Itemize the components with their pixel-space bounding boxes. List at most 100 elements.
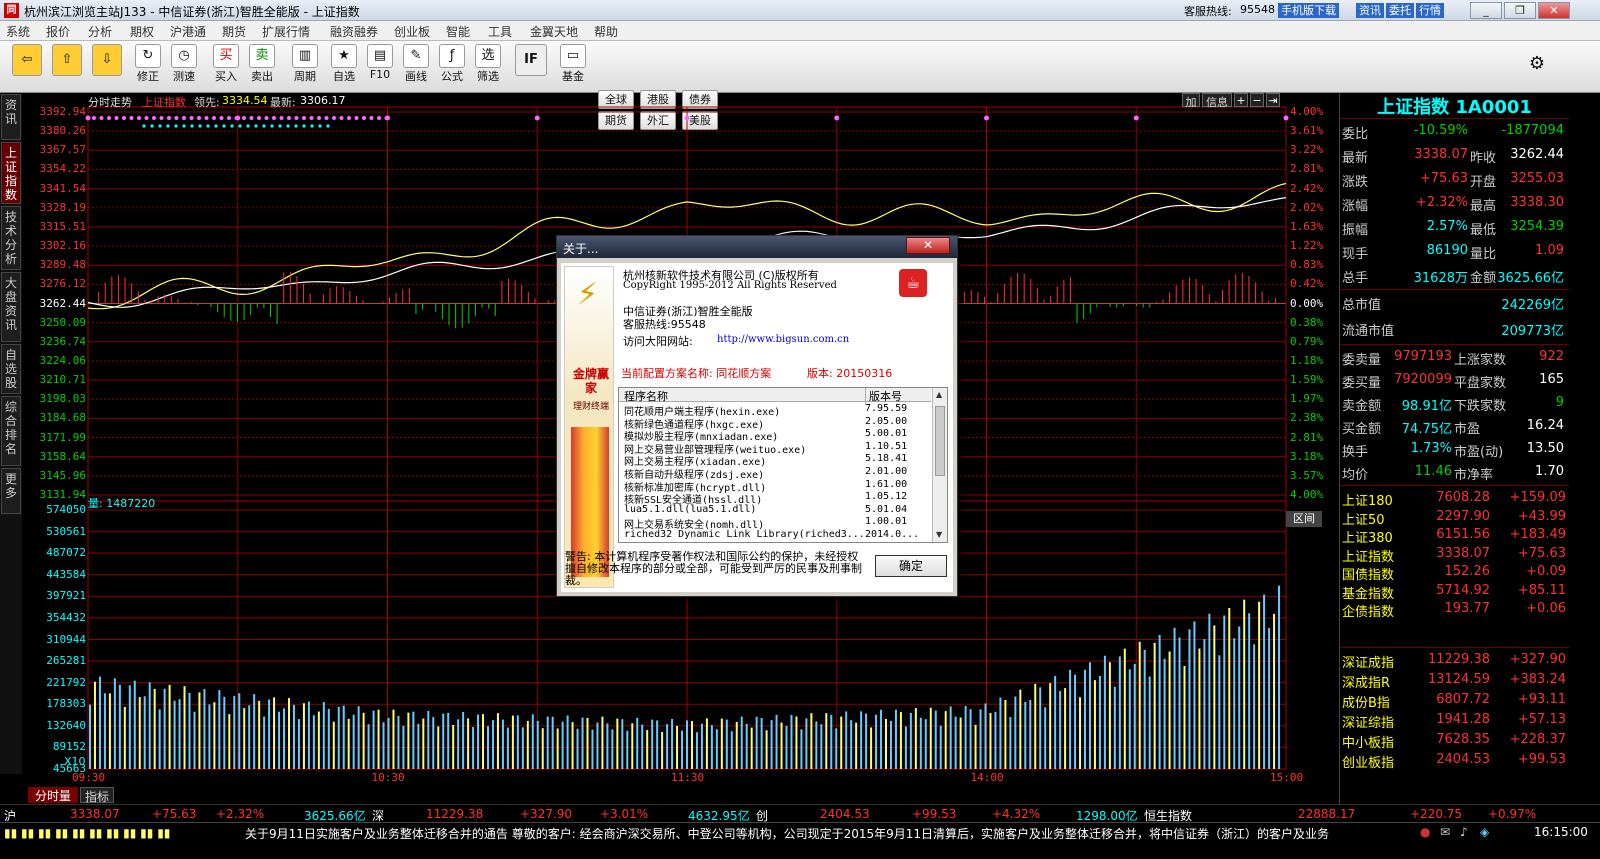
menu-help[interactable]: 帮助 bbox=[594, 23, 618, 40]
program-row[interactable]: 网上交易营业部管理程序(weituo.exe) 1.10.51 bbox=[619, 440, 931, 456]
program-row[interactable]: lua5.1.dll(lua5.1.dll) 5.01.04 bbox=[619, 504, 931, 517]
draw-line-button[interactable]: ✎ 画线 bbox=[402, 44, 430, 84]
filter-button[interactable]: 选筛选 bbox=[474, 44, 502, 84]
latest-label: 最新: bbox=[270, 96, 296, 109]
info-button[interactable]: 信息 bbox=[1202, 93, 1232, 109]
if-button[interactable]: IF bbox=[514, 44, 548, 76]
correct-button[interactable]: ↻ 修正 bbox=[134, 44, 162, 84]
quote-row: 上证50 2297.90 +43.99 bbox=[1340, 506, 1569, 528]
program-row[interactable]: 核新标准加密库(hcrypt.dll) 1.61.00 bbox=[619, 479, 931, 494]
menu-futures[interactable]: 期货 bbox=[222, 23, 246, 40]
quote-value2: 165 bbox=[1539, 372, 1564, 387]
quote-title: 上证指数 1A0001 bbox=[1377, 97, 1532, 118]
index-change: +57.13 bbox=[1517, 712, 1566, 727]
side-tab-sh-index[interactable]: 上证指数 bbox=[1, 142, 21, 204]
quote-row: 深证综指 1941.28 +57.13 bbox=[1340, 709, 1569, 731]
quote-value2: 3338.30 bbox=[1510, 195, 1564, 210]
program-list[interactable]: 程序名称 版本号 同花顺用户端主程序(hexin.exe) 7.95.59 核新绿色… bbox=[618, 387, 948, 543]
menu-jinyi[interactable]: 金翼天地 bbox=[530, 23, 578, 40]
menu-hk-connect[interactable]: 沪港通 bbox=[170, 23, 206, 40]
menu-quote[interactable]: 报价 bbox=[46, 23, 70, 40]
side-tab-watchlist[interactable]: 自选股 bbox=[1, 344, 21, 394]
back-button[interactable]: ⇦ bbox=[12, 44, 42, 76]
scroll-thumb[interactable] bbox=[935, 406, 945, 476]
signal-dot bbox=[206, 124, 210, 128]
list-scrollbar[interactable]: ▲ ▼ bbox=[932, 388, 947, 542]
news-link[interactable]: 资讯 bbox=[1356, 3, 1384, 18]
volume-label: 487072 bbox=[46, 546, 86, 560]
news-marquee[interactable]: 关于9月11日实施客户及业务整体迁移合并的通告 尊敬的客户: 经会商沪深交易所、… bbox=[245, 825, 1329, 842]
buy-button[interactable]: 买买入 bbox=[212, 44, 240, 84]
time-label: 10:30 bbox=[371, 771, 405, 784]
program-row[interactable]: 网上交易主程序(xiadan.exe) 5.18.41 bbox=[619, 453, 931, 468]
menu-smart[interactable]: 智能 bbox=[446, 23, 470, 40]
banner-title: 金牌赢家 bbox=[572, 367, 609, 395]
up-button[interactable]: ⇧ bbox=[52, 44, 82, 76]
program-row[interactable]: 模拟炒股主程序(mnxiadan.exe) 5.00.01 bbox=[619, 428, 931, 443]
ok-button[interactable]: 确定 bbox=[875, 555, 947, 577]
watchlist-button[interactable]: ★ 自选 bbox=[330, 44, 358, 84]
side-tab-technical[interactable]: 技术分析 bbox=[1, 206, 21, 270]
banner-subtitle: 理财终端 bbox=[572, 402, 609, 412]
zoom-out-icon[interactable]: − bbox=[1250, 93, 1264, 107]
program-row[interactable]: 网上交易系统安全(nomh.dll) 1.00.01 bbox=[619, 516, 931, 531]
close-window-button[interactable]: ✕ bbox=[1538, 2, 1570, 19]
down-button[interactable]: ⇩ bbox=[92, 44, 122, 76]
side-tab-market-news[interactable]: 大盘资讯 bbox=[1, 272, 21, 342]
formula-label: 公式 bbox=[441, 70, 463, 83]
program-row[interactable]: riched32 Dynamic Link Library(riched3...… bbox=[619, 529, 931, 542]
document-icon: ▤ bbox=[367, 44, 393, 68]
menu-options[interactable]: 期权 bbox=[130, 23, 154, 40]
side-tab-more[interactable]: 更多 bbox=[1, 468, 21, 514]
expand-icon[interactable]: ⇥ bbox=[1266, 93, 1280, 107]
tab-indicator[interactable]: 指标 bbox=[80, 787, 114, 804]
program-row[interactable]: 核新绿色通道程序(hxgc.exe) 2.05.00 bbox=[619, 416, 931, 431]
message-icon[interactable]: ✉ bbox=[1440, 825, 1450, 839]
tab-minute-volume[interactable]: 分时量 bbox=[28, 787, 78, 803]
signal-dot bbox=[302, 116, 306, 120]
filter-icon: 选 bbox=[475, 44, 501, 68]
menu-margin[interactable]: 融资融券 bbox=[330, 23, 378, 40]
scroll-up-icon[interactable]: ▲ bbox=[936, 390, 942, 399]
index-change: +75.63 bbox=[1517, 545, 1566, 561]
minimize-button[interactable]: _ bbox=[1470, 2, 1502, 19]
quote-link[interactable]: 行情 bbox=[1416, 3, 1444, 18]
dialog-close-button[interactable]: ✕ bbox=[906, 237, 950, 254]
chart-header-name: 分时走势 bbox=[88, 96, 132, 109]
side-tab-news[interactable]: 资讯 bbox=[1, 94, 21, 140]
program-row[interactable]: 核新SSL安全通道(hssl.dll) 1.05.12 bbox=[619, 491, 931, 506]
mobile-download-link[interactable]: 手机版下载 bbox=[1278, 3, 1339, 18]
network-icon[interactable]: ◈ bbox=[1480, 825, 1489, 839]
signal-dot bbox=[246, 124, 250, 128]
sell-button[interactable]: 卖卖出 bbox=[248, 44, 276, 84]
site-link[interactable]: http://www.bigsun.com.cn bbox=[717, 334, 849, 345]
speed-test-button[interactable]: ◷ 测速 bbox=[170, 44, 198, 84]
quote-value2: 9 bbox=[1555, 395, 1564, 410]
menu-tools[interactable]: 工具 bbox=[488, 23, 512, 40]
menu-extended[interactable]: 扩展行情 bbox=[262, 23, 310, 40]
menu-analysis[interactable]: 分析 bbox=[88, 23, 112, 40]
formula-button[interactable]: ƒ 公式 bbox=[438, 44, 466, 84]
add-button[interactable]: 加 bbox=[1182, 93, 1200, 109]
program-row[interactable]: 核新自动升级程序(zdsj.exe) 2.01.00 bbox=[619, 466, 931, 481]
signal-dot bbox=[369, 116, 374, 120]
dialog-title-bar[interactable]: 关于... ✕ bbox=[557, 236, 957, 258]
program-row[interactable]: 同花顺用户端主程序(hexin.exe) 7.95.59 bbox=[619, 403, 931, 418]
side-tab-ranking[interactable]: 综合排名 bbox=[1, 396, 21, 466]
f10-button[interactable]: ▤ F10 bbox=[366, 44, 394, 81]
scroll-down-icon[interactable]: ▼ bbox=[936, 530, 942, 539]
trade-link[interactable]: 委托 bbox=[1386, 3, 1414, 18]
divider bbox=[1340, 344, 1569, 345]
program-version: 1.10.51 bbox=[865, 440, 908, 452]
settings-button[interactable]: ⚙ bbox=[1524, 53, 1550, 77]
fund-button[interactable]: ▭ 基金 bbox=[556, 44, 590, 84]
period-button[interactable]: ▥ 周期 bbox=[288, 44, 322, 84]
restore-button[interactable]: ❐ bbox=[1504, 2, 1536, 19]
alert-icon[interactable]: ● bbox=[1420, 825, 1430, 839]
zoom-in-icon[interactable]: + bbox=[1234, 93, 1248, 107]
menu-gem[interactable]: 创业板 bbox=[394, 23, 430, 40]
menu-system[interactable]: 系统 bbox=[6, 23, 30, 40]
sound-icon[interactable]: ♪ bbox=[1460, 825, 1468, 839]
program-version: 5.00.01 bbox=[865, 428, 908, 440]
region-button[interactable]: 区间 bbox=[1286, 511, 1322, 527]
